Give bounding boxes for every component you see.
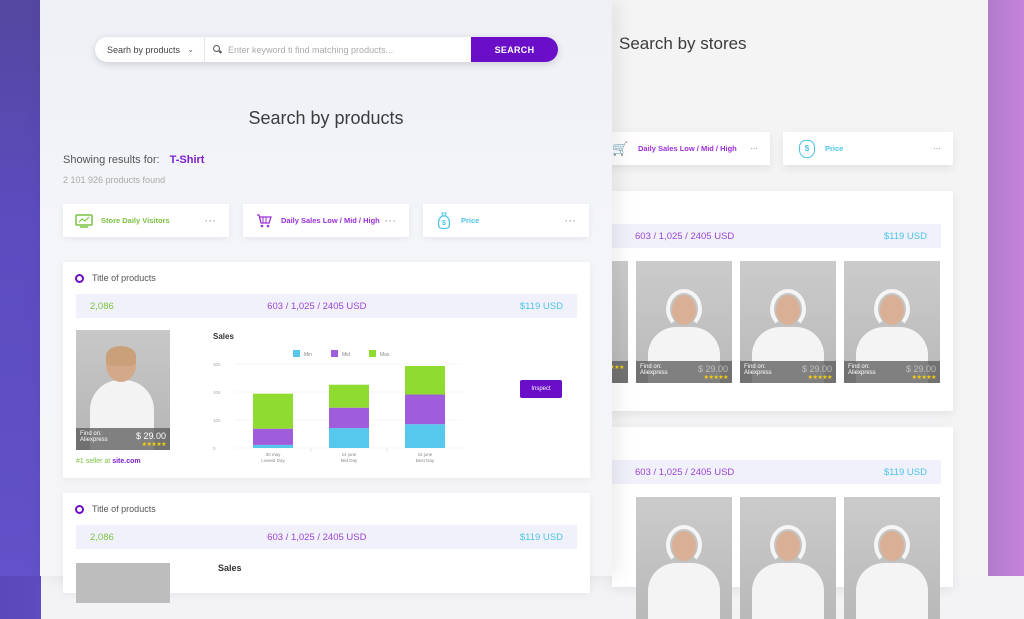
svg-text:$: $ — [442, 220, 446, 227]
x-tick-label: Lowest Day — [261, 458, 285, 463]
price-value: $119 USD — [519, 300, 563, 312]
bar-segment — [329, 428, 369, 448]
products-panel: Searh by products ⌄ Enter keyword ti fin… — [40, 0, 612, 603]
legend-swatch — [331, 350, 338, 357]
bar-segment — [329, 384, 369, 408]
visitors-value: 2,086 — [90, 300, 114, 312]
bar-segment — [253, 428, 293, 445]
product-tile[interactable] — [636, 497, 732, 619]
results-count: 2 101 926 products found — [63, 175, 166, 185]
background-left — [0, 0, 40, 576]
radio-icon[interactable] — [75, 273, 84, 283]
more-icon[interactable]: ··· — [205, 216, 217, 226]
search-type-select[interactable]: Searh by products ⌄ — [95, 37, 205, 62]
search-bar: Searh by products ⌄ Enter keyword ti fin… — [95, 37, 558, 62]
inspect-button[interactable]: Inspect — [520, 380, 562, 398]
legend-label: Max — [380, 352, 390, 358]
money-bag-icon: $ — [435, 212, 453, 229]
store-stats-row: 603 / 1,025 / 2405 USD $119 USD — [612, 224, 941, 248]
page-title: Search by products — [248, 108, 404, 128]
chevron-down-icon: ⌄ — [187, 45, 194, 54]
x-tick-label: Best Day — [416, 458, 435, 463]
more-icon[interactable]: ··· — [385, 216, 397, 226]
search-icon — [213, 45, 222, 54]
card-title: Title of products — [92, 273, 156, 283]
product-card: Title of products 2,086 603 / 1,025 / 24… — [63, 262, 590, 478]
search-placeholder: Enter keyword ti find matching products.… — [228, 44, 394, 55]
filter-label: Price — [825, 144, 844, 153]
more-icon[interactable]: ··· — [751, 144, 759, 153]
bar-segment — [405, 365, 445, 395]
sales-chart: Sales Min Mid Max 0 100 200 300 30 mayLowest Day… — [213, 332, 463, 463]
x-tick-label: Mid Day — [341, 458, 358, 463]
filter-price[interactable]: $ Price ··· — [423, 204, 589, 237]
bar-segment — [253, 444, 293, 448]
product-image[interactable]: Find on: Aliexpress $ 29.00 ★★★★★ — [76, 330, 170, 450]
filter-label: Store Daily Visitors — [101, 216, 170, 225]
product-price: $ 29.00 — [135, 431, 166, 441]
bar-segment — [329, 407, 369, 429]
x-tick-label: 30 may — [266, 452, 282, 457]
legend-swatch — [369, 350, 376, 357]
product-tile[interactable]: Find on: Aliexpress $ 29.00 ★★★★★ — [844, 261, 940, 383]
visitors-value: 2,086 — [90, 531, 114, 543]
product-tile[interactable]: Find on: Aliexpress $ 29.00 ★★★★★ — [636, 261, 732, 383]
y-tick-label: 100 — [213, 418, 221, 423]
product-tile[interactable] — [844, 497, 940, 619]
search-term: T-Shirt — [169, 154, 205, 166]
shopping-cart-icon — [255, 213, 273, 228]
card-title: Title of products — [92, 504, 156, 514]
filter-label: Daily Sales Low / Mid / High — [281, 216, 380, 225]
filter-label: Daily Sales Low / Mid / High — [638, 144, 737, 153]
search-button[interactable]: SEARCH — [471, 37, 558, 62]
product-tile[interactable]: Find on: Aliexpress $ 29.00 ★★★★★ — [740, 261, 836, 383]
bar-segment — [253, 393, 293, 429]
filter-label: Price — [461, 216, 480, 225]
chart-title: Sales — [218, 563, 242, 573]
more-icon[interactable]: ··· — [565, 216, 577, 226]
seller-info: #1 seller at site.com — [76, 458, 141, 465]
product-card: Title of products 2,086 603 / 1,025 / 24… — [63, 493, 590, 603]
stats-row: 2,086 603 / 1,025 / 2405 USD $119 USD — [76, 294, 577, 318]
results-label: Showing results for: T-Shirt — [63, 154, 205, 166]
filter-store-daily-visitors[interactable]: Store Daily Visitors ··· — [63, 204, 229, 237]
monitor-chart-icon — [75, 213, 93, 228]
background-right — [988, 0, 1024, 576]
rating-stars: ★★★★★ — [911, 375, 937, 381]
shopping-cart-icon: 🛒 — [612, 140, 629, 156]
legend-swatch — [293, 350, 300, 357]
bar-segment — [405, 424, 445, 448]
more-icon[interactable]: ··· — [934, 144, 942, 153]
stats-row: 2,086 603 / 1,025 / 2405 USD $119 USD — [76, 525, 577, 549]
x-tick-label: 14 june — [342, 452, 357, 457]
money-bag-icon: $ — [799, 139, 815, 158]
sales-value: 603 / 1,025 / 2405 USD — [267, 300, 367, 312]
stores-filter-price[interactable]: $ Price ··· — [783, 132, 953, 165]
sales-value: 603 / 1,025 / 2405 USD — [267, 531, 367, 543]
store-stats-row: 603 / 1,025 / 2405 USD $119 USD — [612, 460, 941, 484]
chart-title: Sales — [213, 332, 234, 341]
filter-daily-sales[interactable]: Daily Sales Low / Mid / High ··· — [243, 204, 409, 237]
seller-link[interactable]: site.com — [112, 458, 140, 465]
y-tick-label: 300 — [213, 362, 221, 367]
legend-label: Min — [304, 352, 312, 358]
rating-stars: ★★★★★ — [807, 375, 833, 381]
price-value: $119 USD — [519, 531, 563, 543]
rating-stars: ★★★★★ — [703, 375, 729, 381]
legend-label: Mid — [342, 352, 350, 358]
price-value: $119 USD — [883, 230, 927, 242]
x-tick-label: 15 june — [418, 452, 433, 457]
product-image[interactable] — [76, 563, 170, 603]
sales-value: 603 / 1,025 / 2405 USD — [635, 230, 735, 242]
rating-stars: ★★★★★ — [141, 442, 167, 448]
radio-icon[interactable] — [75, 504, 84, 514]
y-tick-label: 0 — [213, 446, 216, 451]
sales-value: 603 / 1,025 / 2405 USD — [635, 466, 735, 478]
stores-title: Search by stores — [619, 34, 747, 53]
bar-segment — [405, 394, 445, 425]
product-tile[interactable] — [740, 497, 836, 619]
search-input[interactable]: Enter keyword ti find matching products.… — [205, 45, 471, 55]
y-tick-label: 200 — [213, 390, 221, 395]
price-value: $119 USD — [883, 466, 927, 478]
